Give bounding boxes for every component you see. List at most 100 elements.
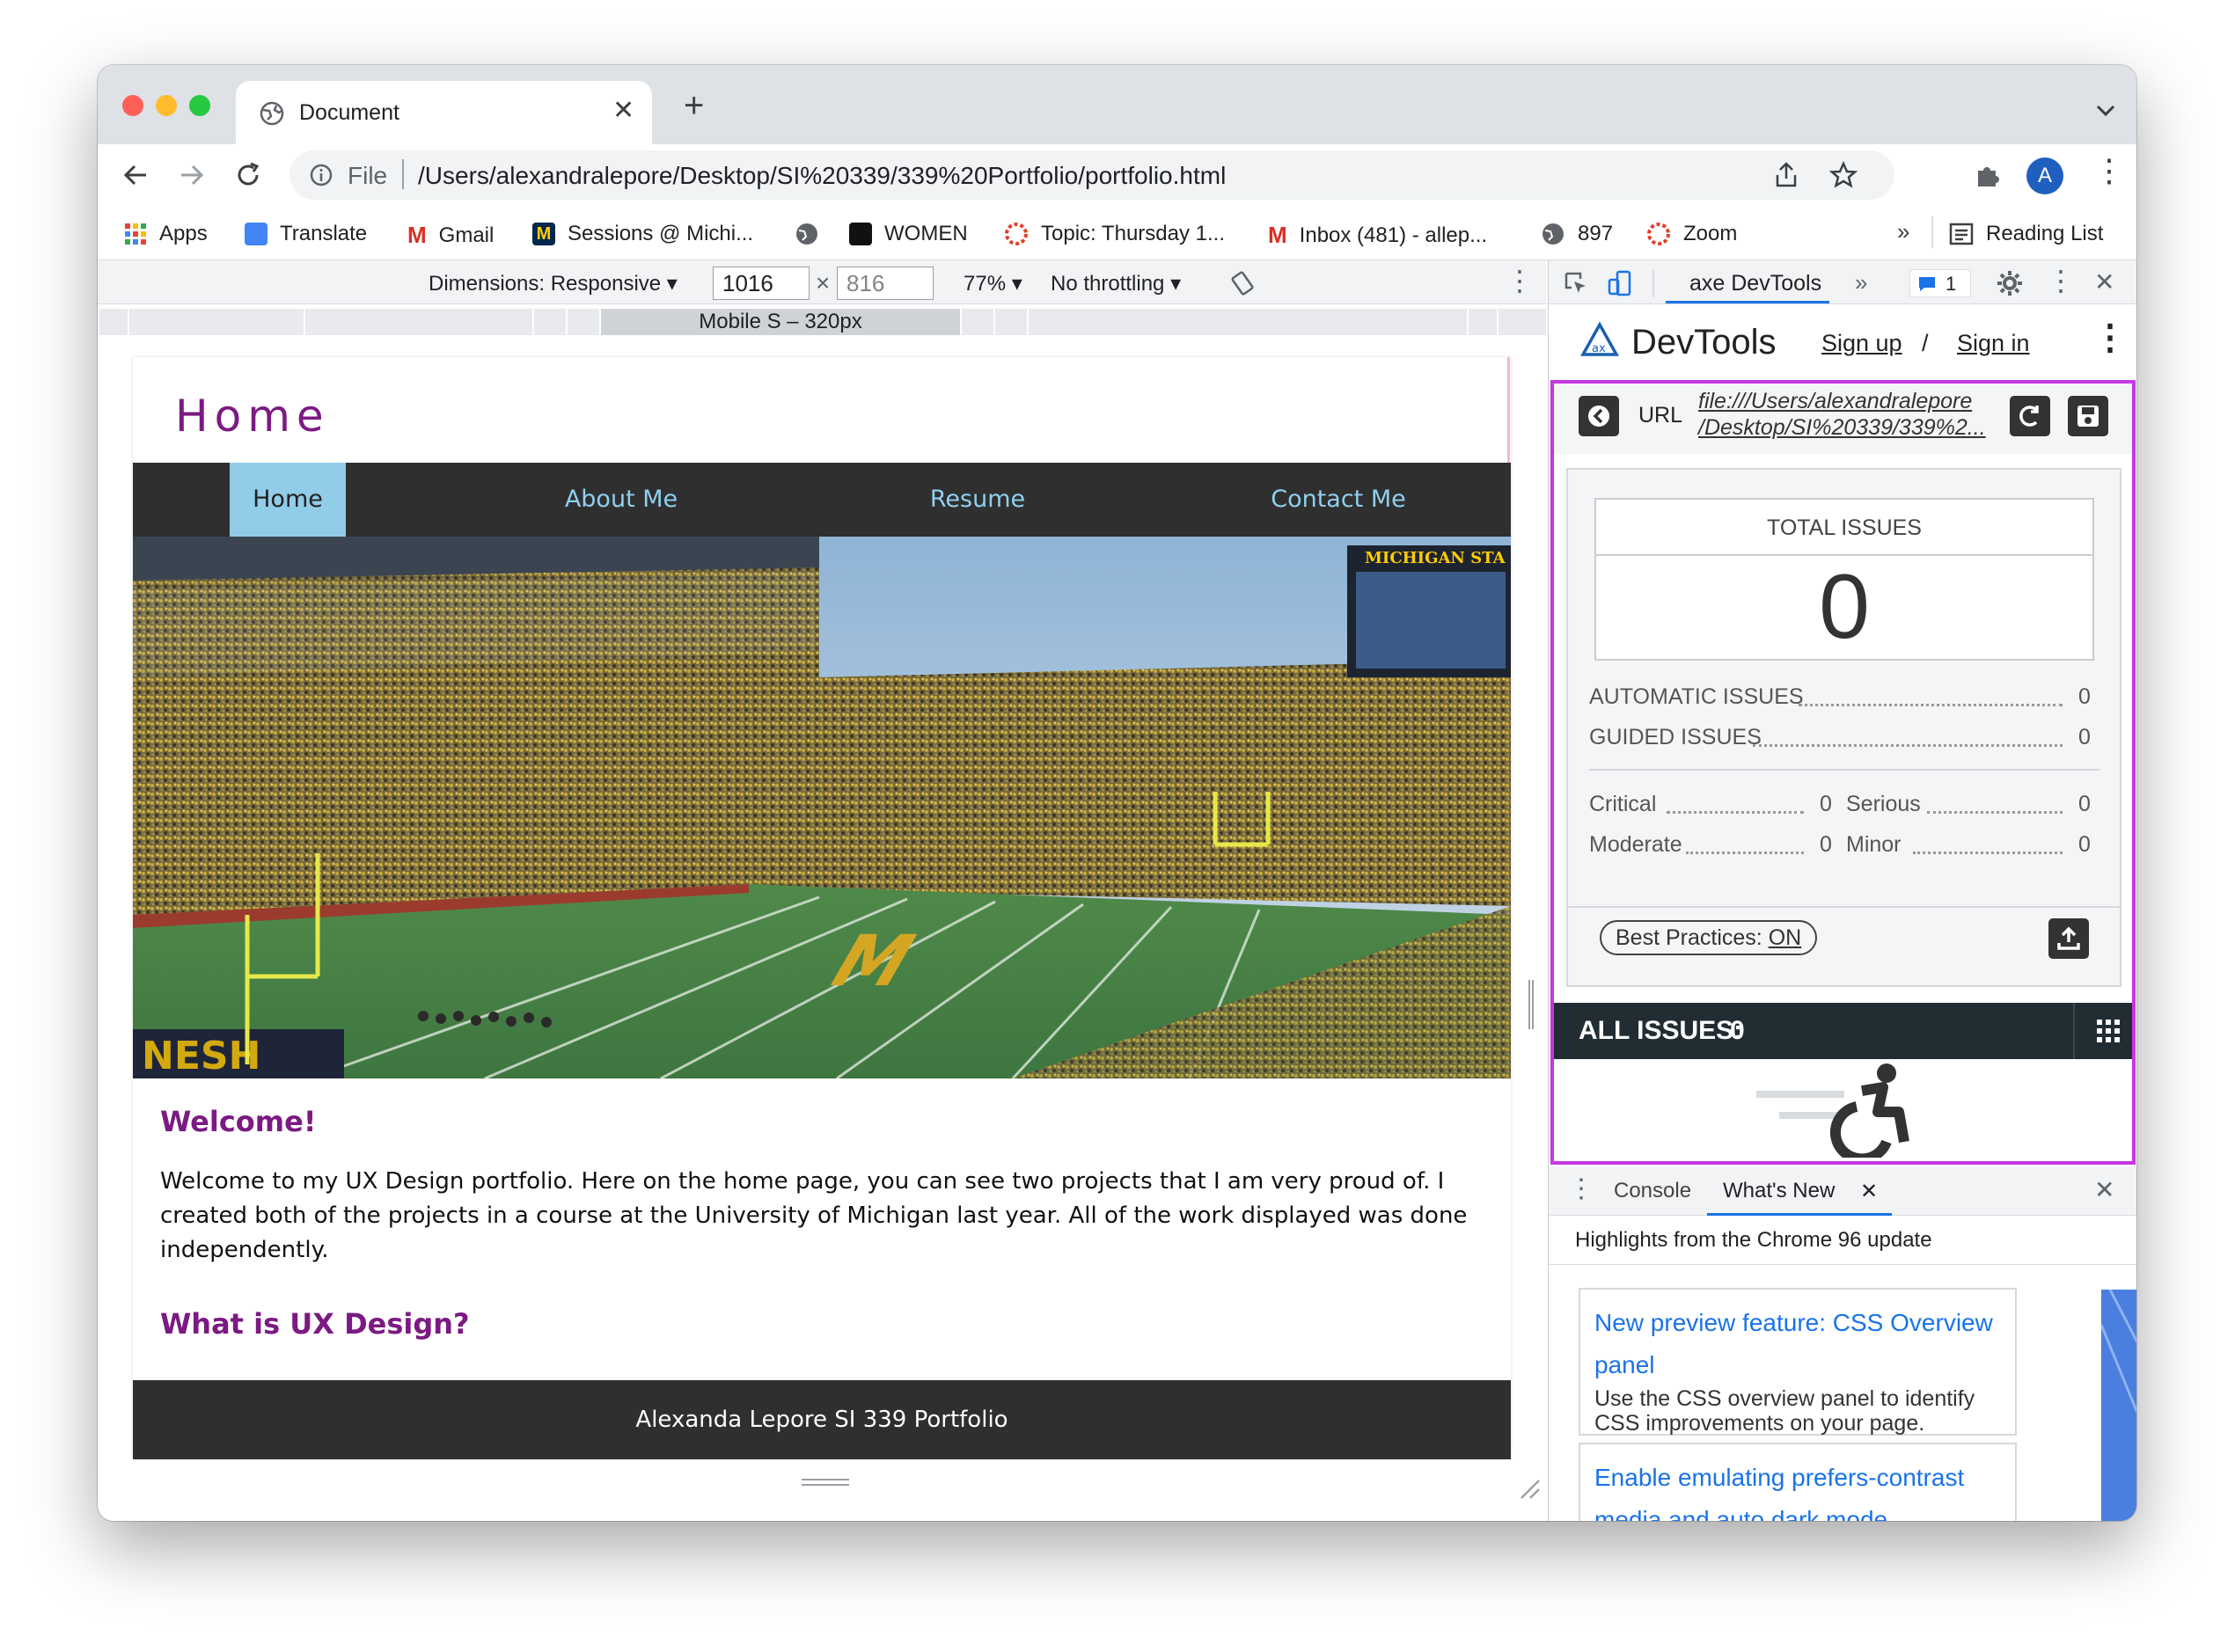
bookmark-star-icon[interactable]: [1829, 161, 1858, 189]
bookmark-translate[interactable]: Translate: [245, 222, 367, 246]
stadium-photo: MICHIGAN STA M NESH: [133, 537, 1511, 1078]
axe-menu-icon[interactable]: ⋮: [2092, 318, 2128, 358]
grid-view-icon[interactable]: [2096, 1019, 2121, 1043]
media-segment[interactable]: [305, 309, 534, 335]
browser-tab[interactable]: Document ✕: [236, 81, 652, 144]
tab-console[interactable]: Console: [1614, 1179, 1691, 1203]
best-practices-toggle[interactable]: Best Practices: ON: [1600, 920, 1818, 955]
media-segment[interactable]: [995, 309, 1029, 335]
info-icon[interactable]: [309, 163, 333, 187]
media-segment[interactable]: [99, 309, 129, 335]
forward-arrow-icon[interactable]: [179, 162, 205, 188]
inspect-element-icon[interactable]: [1563, 270, 1589, 296]
serious-label: Serious: [1846, 792, 1921, 816]
devtools-menu-icon[interactable]: ⋮: [2047, 264, 2075, 297]
tab-axe-devtools[interactable]: axe DevTools: [1689, 271, 1821, 296]
media-segment[interactable]: [568, 309, 601, 335]
nav-about-me[interactable]: About Me: [520, 463, 722, 537]
scanned-url-line2[interactable]: /Desktop/SI%20339/339%2...: [1698, 415, 1986, 441]
dimensions-dropdown[interactable]: Dimensions: Responsive ▾: [429, 271, 678, 296]
close-devtools-icon[interactable]: ✕: [2094, 267, 2114, 296]
issues-count: 1: [1946, 273, 1957, 295]
close-window-button[interactable]: [122, 95, 143, 116]
emulated-page: Home Home About Me Resume Contact Me MIC…: [133, 357, 1511, 1459]
bookmark-897[interactable]: 897: [1541, 222, 1613, 246]
reading-list-button[interactable]: Reading List: [1949, 222, 2103, 246]
gmail-icon: M: [407, 222, 427, 248]
whats-new-card-title[interactable]: New preview feature: CSS Overview panel: [1594, 1302, 2001, 1386]
back-button[interactable]: [1579, 396, 1619, 436]
tab-whats-new[interactable]: What's New: [1723, 1179, 1835, 1203]
bookmark-gmail[interactable]: M Gmail: [407, 222, 494, 249]
bookmark-women[interactable]: WOMEN: [849, 222, 968, 246]
new-tab-button[interactable]: +: [684, 86, 704, 126]
drawer-menu-icon[interactable]: ⋮: [1568, 1173, 1594, 1204]
more-tabs-chevron[interactable]: »: [1855, 269, 1867, 296]
whats-new-card[interactable]: New preview feature: CSS Overview panel …: [1579, 1288, 2017, 1436]
media-segment-mobile-s[interactable]: Mobile S – 320px: [601, 309, 962, 335]
share-icon[interactable]: [1773, 161, 1799, 189]
bookmark-globe[interactable]: [795, 222, 832, 246]
reading-list-icon: [1949, 223, 1974, 245]
device-toolbar-toggle-icon[interactable]: [1607, 269, 1633, 297]
reload-icon[interactable]: [234, 161, 262, 189]
sign-up-link[interactable]: Sign up: [1821, 330, 1902, 357]
maximize-window-button[interactable]: [189, 95, 210, 116]
address-bar[interactable]: File /Users/alexandralepore/Desktop/SI%2…: [289, 150, 1894, 200]
nav-resume[interactable]: Resume: [890, 463, 1066, 537]
bookmark-apps-label: Apps: [159, 222, 208, 245]
whats-new-art: [2099, 1289, 2136, 1414]
bookmark-inbox[interactable]: M Inbox (481) - allep...: [1268, 222, 1487, 249]
bookmarks-overflow-chevron[interactable]: »: [1897, 218, 1909, 245]
nav-home[interactable]: Home: [230, 463, 346, 537]
profile-avatar[interactable]: A: [2026, 157, 2063, 194]
best-practices-value: ON: [1768, 925, 1802, 950]
viewport-resize-handle-right[interactable]: [1528, 980, 1534, 1029]
media-segment[interactable]: [1029, 309, 1469, 335]
media-segment[interactable]: [129, 309, 305, 335]
settings-gear-icon[interactable]: [1996, 269, 2024, 297]
bookmark-sessions[interactable]: M Sessions @ Michi...: [532, 222, 753, 246]
media-segment[interactable]: [534, 309, 568, 335]
michigan-logo-icon: M: [532, 223, 555, 245]
whats-new-card-title[interactable]: Enable emulating prefers-contrast media …: [1594, 1457, 2001, 1521]
devtools-panel: axe DevTools » 1 ⋮ ✕ ax DevTools Sign up…: [1548, 260, 2136, 1521]
extensions-puzzle-icon[interactable]: [1975, 160, 2004, 190]
viewport-resize-corner-icon[interactable]: [1518, 1477, 1541, 1500]
device-toolbar-menu-icon[interactable]: ⋮: [1506, 264, 1534, 297]
viewport-resize-handle-bottom[interactable]: [802, 1479, 849, 1486]
export-button[interactable]: [2048, 918, 2089, 959]
bookmark-apps[interactable]: Apps: [124, 222, 208, 246]
zoom-dropdown[interactable]: 77% ▾: [964, 271, 1022, 296]
rescan-button[interactable]: [2010, 396, 2050, 436]
browser-menu-icon[interactable]: ⋮: [2093, 153, 2125, 188]
nav-contact-me[interactable]: Contact Me: [1224, 463, 1453, 537]
throttling-dropdown[interactable]: No throttling ▾: [1051, 271, 1181, 296]
summary-divider: [1589, 769, 2099, 771]
bookmark-topic[interactable]: Topic: Thursday 1...: [1004, 222, 1225, 246]
media-segment[interactable]: [962, 309, 995, 335]
rescan-icon: [2019, 406, 2039, 427]
tab-search-chevron-icon[interactable]: [2095, 104, 2116, 118]
upload-icon: [2057, 926, 2080, 950]
media-segment[interactable]: [1469, 309, 1499, 335]
minimize-window-button[interactable]: [156, 95, 177, 116]
bookmark-zoom[interactable]: Zoom: [1646, 222, 1737, 246]
width-input[interactable]: 1016: [713, 267, 810, 300]
accessibility-wheelchair-icon: [1756, 1064, 1909, 1158]
sign-in-link[interactable]: Sign in: [1957, 330, 2030, 357]
issues-counter[interactable]: 1: [1909, 269, 1971, 297]
scanned-url-line1[interactable]: file:///Users/alexandralepore: [1698, 389, 1972, 414]
save-results-button[interactable]: [2068, 396, 2108, 436]
close-tab-icon[interactable]: ✕: [612, 95, 634, 126]
back-arrow-icon[interactable]: [122, 162, 149, 188]
height-input[interactable]: 816: [837, 267, 934, 300]
leader-dots: [1667, 811, 1804, 814]
address-url[interactable]: /Users/alexandralepore/Desktop/SI%20339/…: [418, 162, 1226, 190]
close-drawer-icon[interactable]: ✕: [2094, 1175, 2114, 1204]
active-tab-indicator: [1666, 301, 1829, 303]
close-whats-new-icon[interactable]: ✕: [1860, 1179, 1878, 1204]
axe-results-panel: URL file:///Users/alexandralepore /Deskt…: [1550, 380, 2136, 1165]
rotate-device-icon[interactable]: [1229, 270, 1256, 296]
whats-new-card[interactable]: Enable emulating prefers-contrast media …: [1579, 1443, 2017, 1521]
